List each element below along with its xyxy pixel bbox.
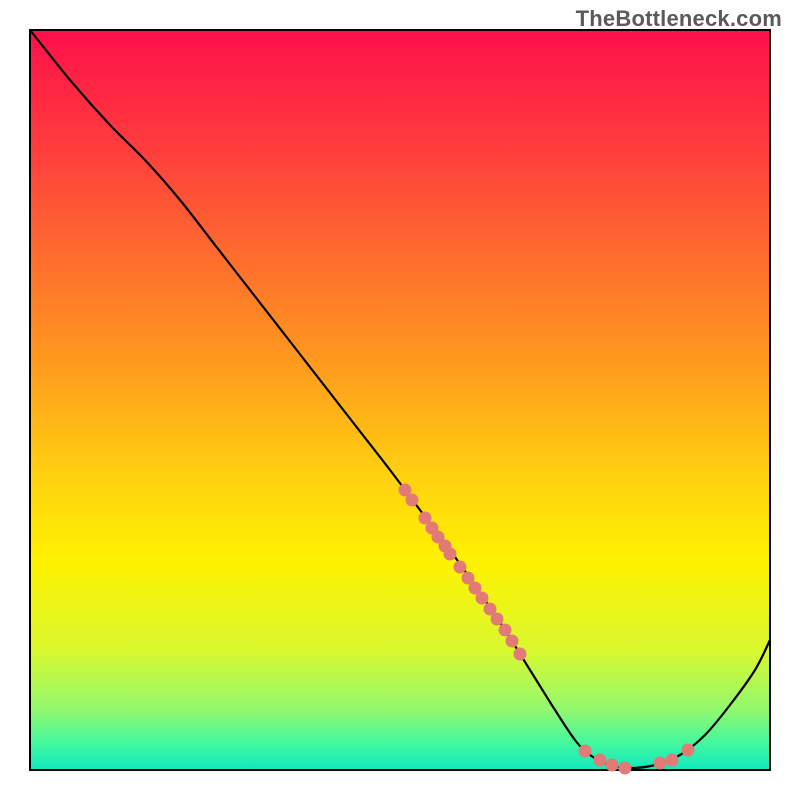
data-point — [476, 592, 489, 605]
data-point — [491, 613, 504, 626]
data-point — [444, 548, 457, 561]
data-point — [594, 754, 607, 767]
data-point — [606, 759, 619, 772]
data-point — [514, 648, 527, 661]
chart-background — [30, 30, 770, 770]
data-point — [499, 624, 512, 637]
watermark-text: TheBottleneck.com — [576, 6, 782, 32]
data-point — [682, 744, 695, 757]
data-point — [506, 635, 519, 648]
chart-container: { "watermark": "TheBottleneck.com", "cha… — [0, 0, 800, 800]
data-point — [654, 757, 667, 770]
data-point — [406, 494, 419, 507]
chart-svg — [0, 0, 800, 800]
data-point — [666, 754, 679, 767]
data-point — [579, 745, 592, 758]
data-point — [619, 762, 632, 775]
data-point — [454, 561, 467, 574]
